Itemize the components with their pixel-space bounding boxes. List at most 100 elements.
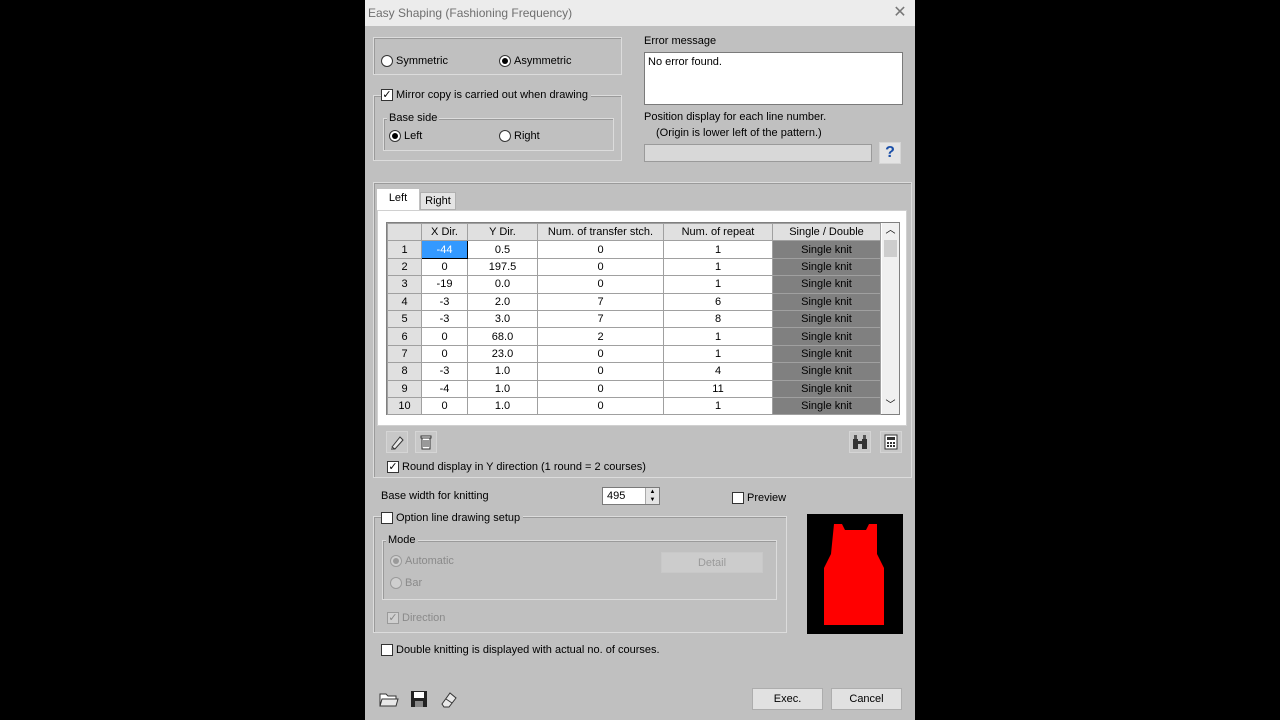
- clear-button[interactable]: [438, 688, 460, 710]
- mode-automatic-radio[interactable]: Automatic: [390, 555, 454, 567]
- transfer-stitch-cell[interactable]: 0: [537, 240, 664, 259]
- scroll-thumb[interactable]: [884, 240, 897, 257]
- x-dir-cell[interactable]: -19: [421, 275, 468, 294]
- single-double-cell[interactable]: Single knit: [772, 275, 881, 294]
- transfer-stitch-cell[interactable]: 0: [537, 362, 664, 381]
- y-dir-cell[interactable]: 1.0: [467, 362, 538, 381]
- table-scrollbar[interactable]: ︿ ﹀: [882, 223, 899, 414]
- x-dir-cell[interactable]: -3: [421, 309, 468, 329]
- table-row[interactable]: 3 -19 0.0 0 1 Single knit: [387, 275, 881, 294]
- repeat-cell[interactable]: 1: [663, 275, 773, 294]
- y-dir-cell[interactable]: 0.5: [467, 240, 538, 259]
- round-display-checkbox[interactable]: ✓ Round display in Y direction (1 round …: [387, 461, 646, 473]
- col-transfer-stitch[interactable]: Num. of transfer stch.: [537, 222, 664, 242]
- calculator-button[interactable]: [880, 431, 902, 453]
- y-dir-cell[interactable]: 23.0: [467, 344, 538, 364]
- single-double-cell[interactable]: Single knit: [772, 257, 881, 277]
- tab-left[interactable]: Left: [377, 189, 419, 210]
- single-double-cell[interactable]: Single knit: [772, 379, 881, 398]
- base-width-spinner[interactable]: ▲ ▼: [645, 488, 659, 504]
- repeat-cell[interactable]: 1: [663, 327, 773, 346]
- table-row[interactable]: 7 0 23.0 0 1 Single knit: [387, 344, 881, 364]
- table-row[interactable]: 9 -4 1.0 0 11 Single knit: [387, 379, 881, 398]
- repeat-cell[interactable]: 1: [663, 257, 773, 277]
- repeat-cell[interactable]: 1: [663, 240, 773, 259]
- find-button[interactable]: [849, 431, 871, 453]
- transfer-stitch-cell[interactable]: 0: [537, 379, 664, 398]
- single-double-cell[interactable]: Single knit: [772, 240, 881, 259]
- symmetric-radio[interactable]: Symmetric: [381, 55, 448, 67]
- single-double-cell[interactable]: Single knit: [772, 309, 881, 329]
- base-left-radio[interactable]: Left: [389, 130, 422, 142]
- error-message-title: Error message: [644, 35, 717, 47]
- mode-automatic-dot: [390, 555, 402, 567]
- x-dir-cell[interactable]: -3: [421, 292, 468, 311]
- y-dir-cell[interactable]: 0.0: [467, 275, 538, 294]
- table-row[interactable]: 10 0 1.0 0 1 Single knit: [387, 396, 881, 416]
- table-row[interactable]: 4 -3 2.0 7 6 Single knit: [387, 292, 881, 311]
- y-dir-cell[interactable]: 1.0: [467, 396, 538, 416]
- single-double-cell[interactable]: Single knit: [772, 292, 881, 311]
- base-width-input[interactable]: 495 ▲ ▼: [602, 487, 660, 505]
- mirror-copy-checkbox[interactable]: ✓ Mirror copy is carried out when drawin…: [381, 89, 591, 101]
- y-dir-cell[interactable]: 68.0: [467, 327, 538, 346]
- y-dir-cell[interactable]: 3.0: [467, 309, 538, 329]
- x-dir-cell[interactable]: -3: [421, 362, 468, 381]
- save-button[interactable]: [408, 688, 430, 710]
- col-x-dir[interactable]: X Dir.: [421, 222, 468, 242]
- repeat-cell[interactable]: 11: [663, 379, 773, 398]
- x-dir-cell[interactable]: -4: [421, 379, 468, 398]
- x-dir-cell[interactable]: 0: [421, 344, 468, 364]
- table-row[interactable]: 2 0 197.5 0 1 Single knit: [387, 257, 881, 277]
- y-dir-cell[interactable]: 2.0: [467, 292, 538, 311]
- edit-row-button[interactable]: [386, 431, 408, 453]
- col-single-double[interactable]: Single / Double: [772, 222, 881, 242]
- transfer-stitch-cell[interactable]: 2: [537, 327, 664, 346]
- table-row[interactable]: 5 -3 3.0 7 8 Single knit: [387, 309, 881, 329]
- x-dir-cell[interactable]: 0: [421, 396, 468, 416]
- preview-checkbox[interactable]: Preview: [732, 492, 786, 504]
- scroll-down-icon[interactable]: ﹀: [882, 398, 899, 414]
- repeat-cell[interactable]: 1: [663, 396, 773, 416]
- repeat-cell[interactable]: 6: [663, 292, 773, 311]
- transfer-stitch-cell[interactable]: 0: [537, 396, 664, 416]
- single-double-cell[interactable]: Single knit: [772, 344, 881, 364]
- repeat-cell[interactable]: 8: [663, 309, 773, 329]
- single-double-cell[interactable]: Single knit: [772, 362, 881, 381]
- option-line-checkbox[interactable]: Option line drawing setup: [381, 512, 524, 524]
- x-dir-cell[interactable]: 0: [421, 327, 468, 346]
- table-row[interactable]: 1 -44 0.5 0 1 Single knit: [387, 240, 881, 259]
- title-bar[interactable]: Easy Shaping (Fashioning Frequency) ✕: [365, 0, 915, 26]
- exec-button[interactable]: Exec.: [752, 688, 823, 710]
- single-double-cell[interactable]: Single knit: [772, 396, 881, 416]
- table-row[interactable]: 6 0 68.0 2 1 Single knit: [387, 327, 881, 346]
- repeat-cell[interactable]: 4: [663, 362, 773, 381]
- detail-button[interactable]: Detail: [661, 552, 763, 573]
- single-double-cell[interactable]: Single knit: [772, 327, 881, 346]
- mode-bar-radio[interactable]: Bar: [390, 577, 422, 589]
- direction-checkbox[interactable]: ✓ Direction: [387, 612, 445, 624]
- col-repeat[interactable]: Num. of repeat: [663, 222, 773, 242]
- delete-row-button[interactable]: [415, 431, 437, 453]
- x-dir-cell[interactable]: 0: [421, 257, 468, 277]
- asymmetric-radio[interactable]: Asymmetric: [499, 55, 571, 67]
- transfer-stitch-cell[interactable]: 0: [537, 344, 664, 364]
- cancel-button[interactable]: Cancel: [831, 688, 902, 710]
- transfer-stitch-cell[interactable]: 7: [537, 292, 664, 311]
- close-icon[interactable]: ✕: [890, 3, 910, 23]
- transfer-stitch-cell[interactable]: 7: [537, 309, 664, 329]
- y-dir-cell[interactable]: 197.5: [467, 257, 538, 277]
- open-file-button[interactable]: [378, 688, 400, 710]
- base-right-radio[interactable]: Right: [499, 130, 540, 142]
- table-row[interactable]: 8 -3 1.0 0 4 Single knit: [387, 362, 881, 381]
- double-knit-checkbox[interactable]: Double knitting is displayed with actual…: [381, 644, 660, 656]
- x-dir-cell[interactable]: -44: [421, 240, 468, 259]
- help-button[interactable]: ?: [879, 142, 901, 164]
- transfer-stitch-cell[interactable]: 0: [537, 275, 664, 294]
- tab-right[interactable]: Right: [420, 192, 456, 210]
- scroll-up-icon[interactable]: ︿: [882, 223, 899, 239]
- transfer-stitch-cell[interactable]: 0: [537, 257, 664, 277]
- col-y-dir[interactable]: Y Dir.: [467, 222, 538, 242]
- y-dir-cell[interactable]: 1.0: [467, 379, 538, 398]
- repeat-cell[interactable]: 1: [663, 344, 773, 364]
